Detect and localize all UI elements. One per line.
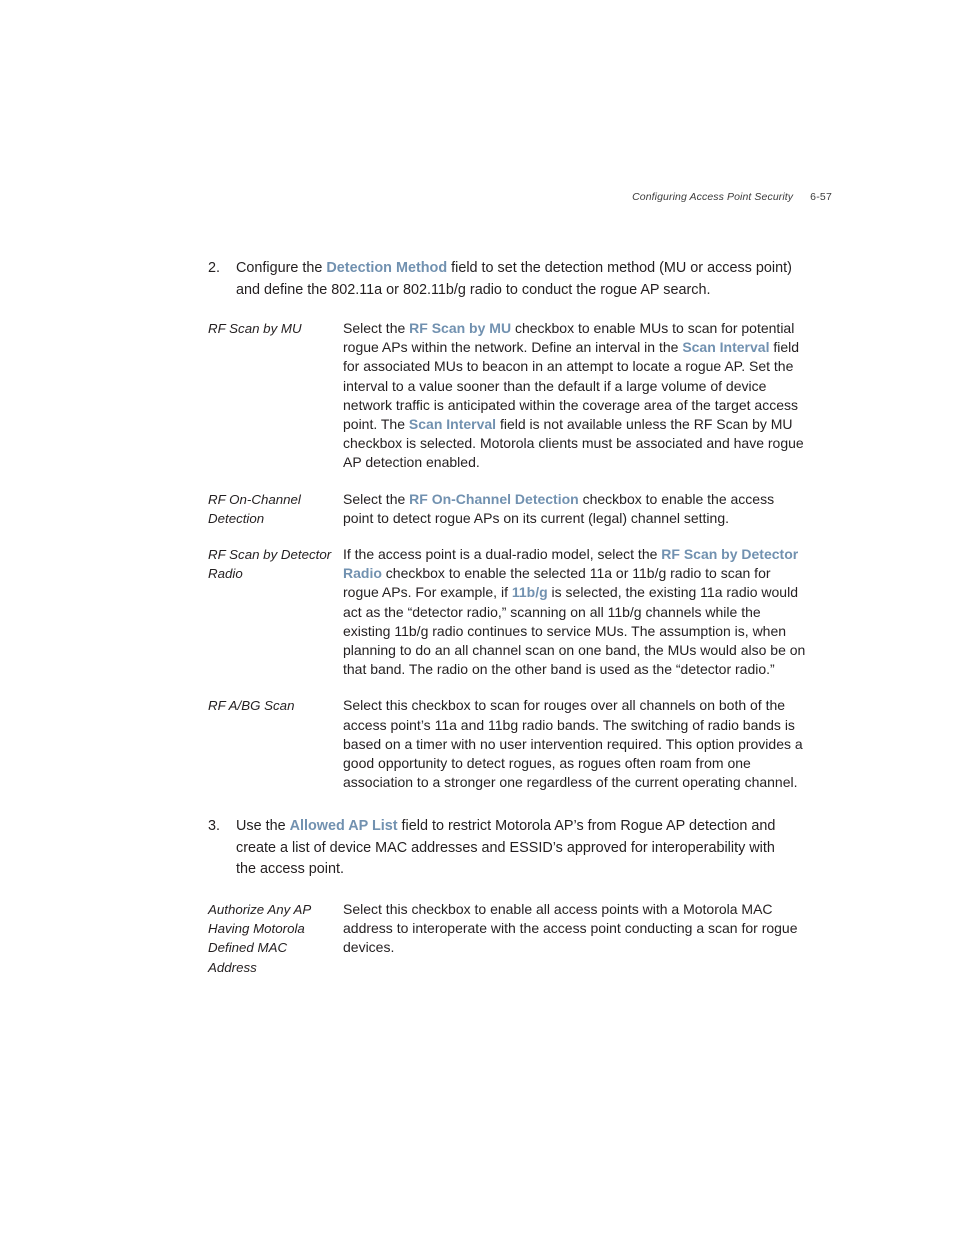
ui-term-detection-method: Detection Method bbox=[326, 260, 448, 276]
definition-list-allowed-ap-list: Authorize Any AP Having Motorola Defined… bbox=[208, 900, 808, 977]
running-header-title: Configuring Access Point Security bbox=[632, 191, 794, 203]
running-header: Configuring Access Point Security 6-57 bbox=[0, 191, 832, 203]
step-text: Use the Allowed AP List field to restric… bbox=[236, 816, 798, 881]
body-text-run: Select this checkbox to enable all acces… bbox=[343, 900, 798, 956]
definition-term: RF Scan by MU bbox=[208, 321, 302, 336]
body-text-run: If the access point is a dual-radio mode… bbox=[343, 546, 662, 563]
ui-term: 11b/g bbox=[511, 584, 548, 601]
definition-row: RF On-Channel Detection Select the RF On… bbox=[208, 490, 808, 528]
definition-row: RF Scan by Detector Radio If the access … bbox=[208, 545, 808, 679]
step-text-before: Configure the bbox=[236, 260, 327, 276]
definition-description: Select this checkbox to scan for rouges … bbox=[343, 696, 808, 792]
document-page: Configuring Access Point Security 6-57 2.… bbox=[0, 0, 954, 1235]
ui-term: RF Scan by MU bbox=[409, 320, 512, 336]
step-number: 3. bbox=[208, 818, 221, 835]
step-text-before: Use the bbox=[236, 818, 290, 835]
body-text-run: Select the bbox=[343, 320, 410, 336]
step-item: 2. Configure the Detection Method field … bbox=[208, 258, 808, 301]
ui-term-allowed-ap-list: Allowed AP List bbox=[289, 818, 398, 835]
definition-description: If the access point is a dual-radio mode… bbox=[343, 545, 808, 679]
definition-row: RF A/BG Scan Select this checkbox to sca… bbox=[208, 696, 808, 792]
definition-term: RF A/BG Scan bbox=[208, 698, 295, 714]
step-text: Configure the Detection Method field to … bbox=[236, 258, 798, 301]
definition-list-detection-method: RF Scan by MU Select the RF Scan by MU c… bbox=[208, 319, 808, 792]
ui-term: Scan Interval bbox=[408, 416, 497, 433]
definition-term: RF Scan by Detector Radio bbox=[208, 547, 332, 582]
definition-description: Select this checkbox to enable all acces… bbox=[343, 900, 808, 958]
body-text-run: Select this checkbox to scan for rouges … bbox=[343, 697, 803, 791]
step-item: 3. Use the Allowed AP List field to rest… bbox=[208, 816, 808, 881]
ui-term: Scan Interval bbox=[682, 339, 770, 356]
body-text-run: Select the bbox=[343, 490, 410, 507]
definition-term: RF On-Channel Detection bbox=[208, 491, 301, 526]
ui-term: RF On-Channel Detection bbox=[409, 490, 579, 507]
running-header-page-number: 6-57 bbox=[810, 191, 832, 203]
definition-description: Select the RF Scan by MU checkbox to ena… bbox=[343, 319, 808, 473]
document-body: 2. Configure the Detection Method field … bbox=[208, 258, 808, 977]
definition-row: Authorize Any AP Having Motorola Defined… bbox=[208, 900, 808, 977]
definition-term: Authorize Any AP Having Motorola Defined… bbox=[208, 901, 311, 975]
step-number: 2. bbox=[208, 260, 221, 276]
definition-description: Select the RF On-Channel Detection check… bbox=[343, 490, 808, 528]
definition-row: RF Scan by MU Select the RF Scan by MU c… bbox=[208, 319, 808, 473]
